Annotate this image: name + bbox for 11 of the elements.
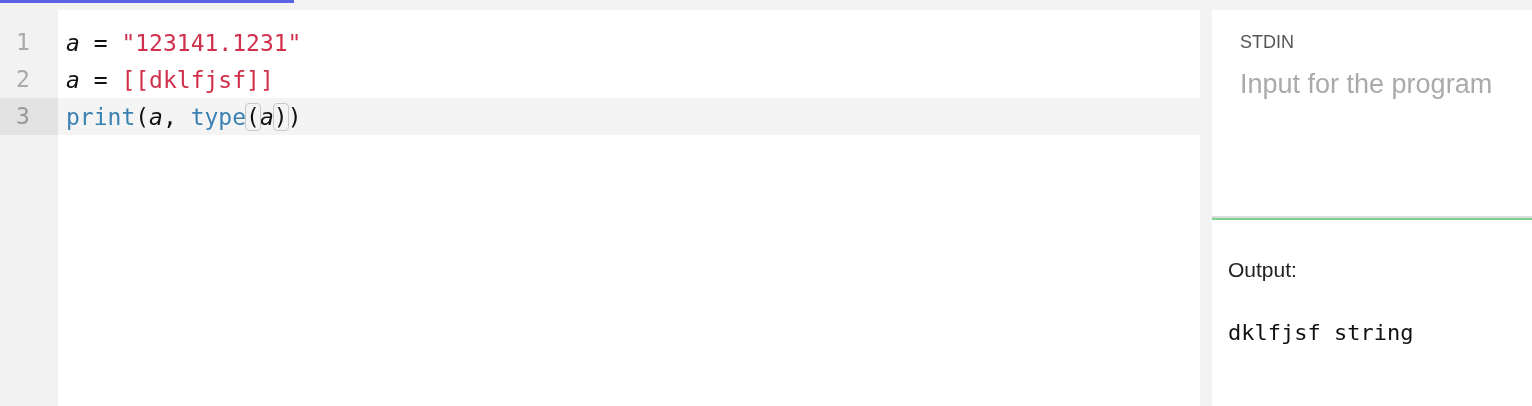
- output-text: dklfjsf string: [1228, 320, 1414, 345]
- line-number: 1: [15, 28, 31, 57]
- output-label: Output:: [1228, 258, 1297, 282]
- stdin-field[interactable]: Input for the program: [1240, 69, 1532, 113]
- code-line: a = [[dklfjsf]]: [65, 66, 274, 93]
- code-editor[interactable]: 1 a = "123141.1231" 2 a = [[dklfjsf]] 3 print(a, type(a)): [0, 10, 1200, 406]
- code-line: a = "123141.1231": [65, 29, 302, 56]
- code-line: print(a, type(a)): [65, 103, 302, 130]
- stdin-label: STDIN: [1240, 32, 1294, 53]
- line-number: 2: [15, 65, 31, 94]
- line-number: 3: [0, 98, 58, 135]
